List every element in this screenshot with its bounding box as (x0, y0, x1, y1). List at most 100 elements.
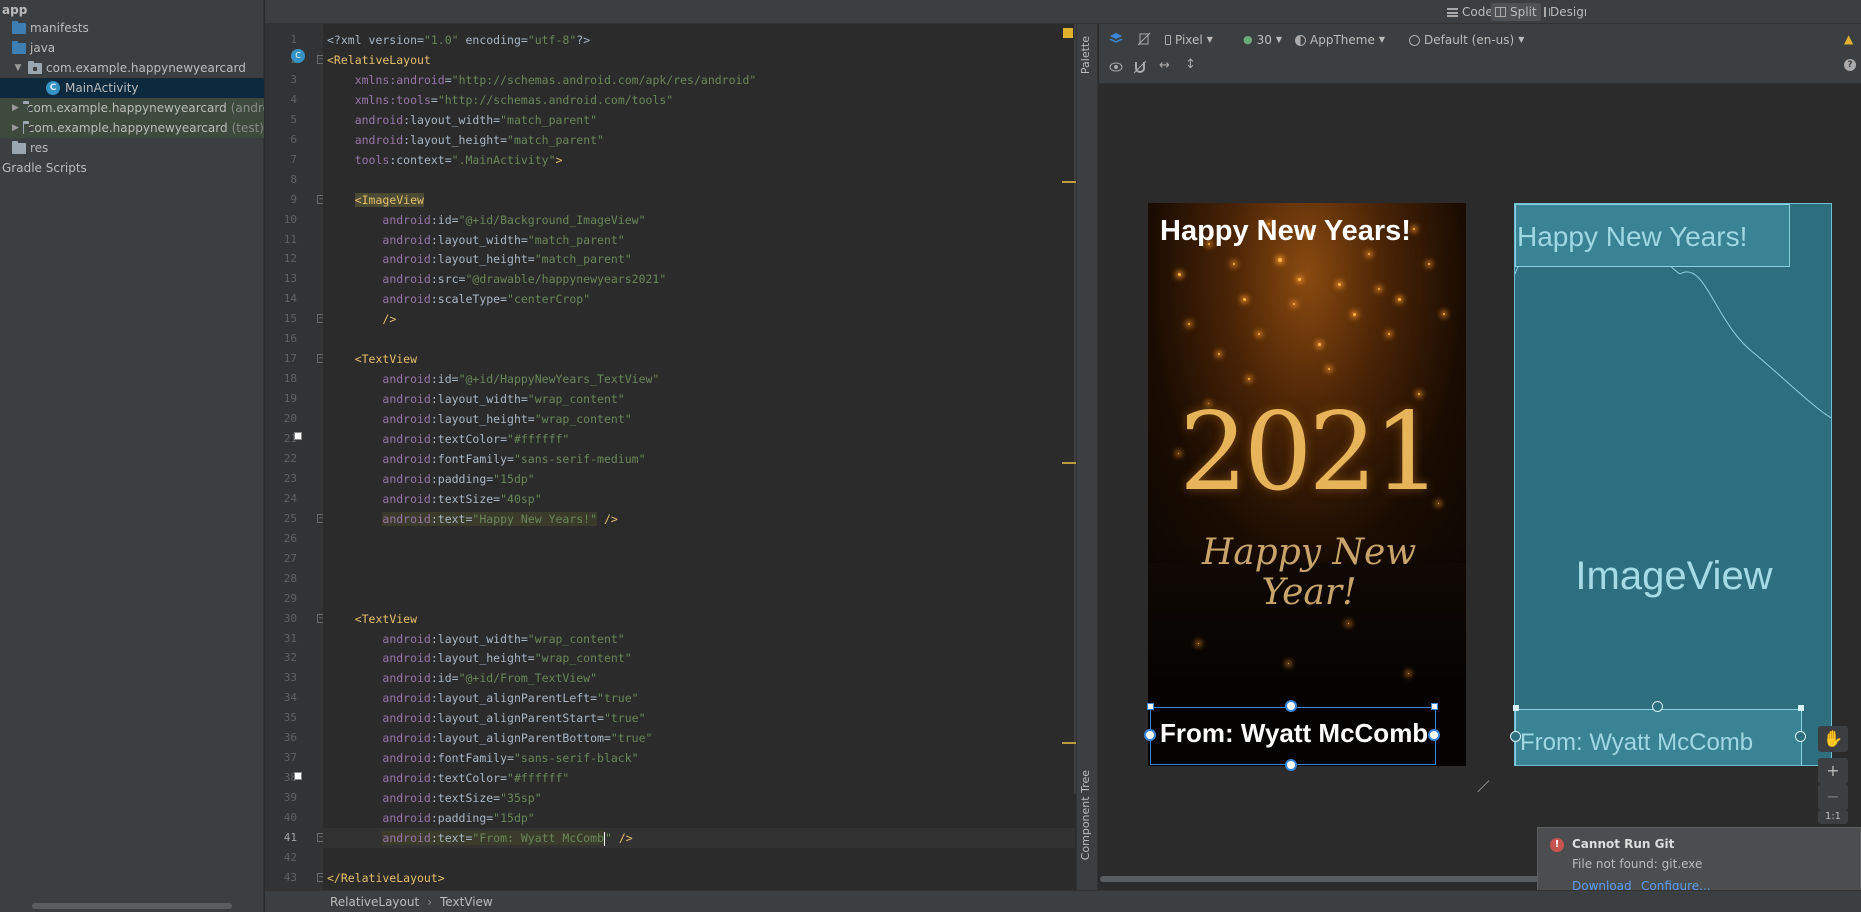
code-line[interactable]: android:padding="15dp" (327, 808, 534, 828)
code-line[interactable]: tools:context=".MainActivity"> (327, 150, 563, 170)
blueprint-imageview-label: ImageView (1575, 554, 1773, 598)
code-line[interactable]: android:id="@+id/Background_ImageView" (327, 210, 645, 230)
collapse-arrow-icon[interactable]: ▶ (12, 123, 19, 133)
eye-icon[interactable] (1109, 60, 1123, 74)
happy-new-years-textview[interactable]: Happy New Years! (1160, 215, 1411, 248)
blueprint-from-box[interactable]: From: Wyatt McComb (1515, 709, 1802, 765)
color-swatch-icon[interactable] (294, 772, 302, 780)
code-line[interactable]: android:layout_width="match_parent" (327, 230, 624, 250)
help-icon[interactable]: ? (1844, 59, 1856, 71)
blueprint-handle-left[interactable] (1510, 731, 1521, 742)
project-tree-item[interactable]: C MainActivity (0, 78, 264, 98)
orientation-icon[interactable] (1137, 32, 1151, 46)
code-line[interactable]: android:layout_height="wrap_content" (327, 409, 631, 429)
split-mode-button[interactable]: Split (1491, 3, 1541, 21)
magnet-icon[interactable] (1133, 60, 1147, 74)
code-line[interactable]: /> (327, 309, 396, 329)
project-tree-item[interactable]: Gradle Scripts (0, 158, 264, 178)
code-mode-button[interactable]: Code (1443, 3, 1497, 21)
code-line[interactable]: android:textColor="#ffffff" (327, 429, 569, 449)
code-line[interactable]: android:layout_width="wrap_content" (327, 629, 624, 649)
zoom-out-button[interactable]: − (1818, 784, 1848, 810)
design-preview[interactable]: 2021 Happy New Year! Happy New Years! Fr… (1148, 203, 1466, 766)
warning-indicator-icon[interactable] (1063, 28, 1073, 38)
resize-handle-top-right[interactable] (1431, 703, 1438, 710)
collapse-arrow-icon[interactable]: ▶ (12, 103, 19, 113)
warning-icon[interactable]: ▲ (1844, 32, 1853, 46)
constraint-handle-bottom[interactable] (1285, 759, 1297, 771)
code-line[interactable]: android:layout_alignParentLeft="true" (327, 688, 638, 708)
expand-horizontal-icon[interactable]: ↔ (1159, 58, 1170, 73)
theme-dropdown[interactable]: AppTheme ▼ (1295, 30, 1385, 50)
project-tree-item[interactable]: java (0, 38, 264, 58)
design-mode-button[interactable]: Design (1540, 3, 1586, 21)
breadcrumb-item[interactable]: RelativeLayout (330, 895, 419, 909)
api-level-dropdown[interactable]: ● 30 ▼ (1243, 30, 1282, 50)
blueprint-preview[interactable]: Happy New Years! ImageView From: Wyatt M… (1514, 203, 1832, 766)
code-line[interactable]: xmlns:android="http://schemas.android.co… (327, 70, 757, 90)
constraint-handle-right[interactable] (1428, 729, 1440, 741)
code-line[interactable]: <?xml version="1.0" encoding="utf-8"?> (327, 30, 590, 50)
editor-error-stripe-mark[interactable] (1062, 742, 1076, 744)
locale-dropdown[interactable]: Default (en-us) ▼ (1409, 30, 1524, 50)
resize-handle-top-left[interactable] (1147, 703, 1154, 710)
editor-error-stripe-mark[interactable] (1062, 181, 1076, 183)
zoom-in-button[interactable]: + (1818, 758, 1848, 784)
code-line[interactable]: android:layout_alignParentStart="true" (327, 708, 645, 728)
code-line[interactable]: <ImageView (327, 190, 424, 210)
code-line[interactable]: android:fontFamily="sans-serif-medium" (327, 449, 645, 469)
code-line[interactable]: android:padding="15dp" (327, 469, 534, 489)
layers-icon[interactable] (1109, 32, 1123, 46)
code-line[interactable]: android:text="From: Wyatt McComb" /> (327, 828, 633, 848)
zoom-actual-size-button[interactable]: 1:1 (1818, 810, 1848, 824)
editor-error-stripe-mark[interactable] (1062, 462, 1076, 464)
project-tree-item[interactable]: manifests (0, 18, 264, 38)
palette-tab[interactable]: Palette (1079, 36, 1092, 74)
blueprint-handle-top[interactable] (1652, 701, 1663, 712)
constraint-handle-left[interactable] (1144, 729, 1156, 741)
code-line[interactable]: <TextView (327, 349, 417, 369)
device-dropdown[interactable]: Pixel ▼ (1165, 30, 1213, 50)
expand-arrow-icon[interactable]: ▼ (12, 63, 24, 73)
code-line[interactable]: android:text="Happy New Years!" /> (327, 509, 618, 529)
code-line[interactable]: android:layout_height="match_parent" (327, 249, 631, 269)
code-line[interactable]: android:id="@+id/From_TextView" (327, 668, 597, 688)
code-line[interactable]: android:textSize="35sp" (327, 788, 541, 808)
project-tree-item[interactable]: res (0, 138, 264, 158)
design-horizontal-scrollbar[interactable] (1100, 876, 1540, 882)
project-tree-item[interactable]: ▶ com.example.happynewyearcard (test) (0, 118, 264, 138)
line-number: 40 (283, 811, 297, 825)
code-line[interactable]: android:textSize="40sp" (327, 489, 541, 509)
color-swatch-icon[interactable] (294, 432, 302, 440)
code-line[interactable]: android:src="@drawable/happynewyears2021… (327, 269, 666, 289)
code-line[interactable]: <TextView (327, 609, 417, 629)
selection-outline[interactable] (1150, 707, 1436, 765)
constraint-handle-top[interactable] (1285, 700, 1297, 712)
project-tree-item[interactable]: ▶ com.example.happynewyearcard(androidTes… (0, 98, 264, 118)
project-tree-item[interactable]: ▼ com.example.happynewyearcard (0, 58, 264, 78)
code-line[interactable]: android:layout_height="match_parent" (327, 130, 604, 150)
project-tree-item[interactable]: app (0, 0, 264, 20)
code-editor[interactable]: <?xml version="1.0" encoding="utf-8"?> <R… (323, 24, 1075, 890)
blueprint-resize-top-left[interactable] (1513, 705, 1519, 711)
pan-hand-button[interactable]: ✋ (1818, 726, 1848, 752)
code-line[interactable]: android:layout_height="wrap_content" (327, 648, 631, 668)
component-tree-tab[interactable]: Component Tree (1079, 770, 1092, 860)
blueprint-handle-right[interactable] (1795, 731, 1806, 742)
blueprint-title-box[interactable]: Happy New Years! (1515, 204, 1790, 267)
code-line[interactable]: android:layout_alignParentBottom="true" (327, 728, 652, 748)
code-line[interactable]: android:fontFamily="sans-serif-black" (327, 748, 638, 768)
code-line[interactable]: android:textColor="#ffffff" (327, 768, 569, 788)
code-line[interactable]: android:layout_width="match_parent" (327, 110, 597, 130)
code-line[interactable]: <RelativeLayout (327, 50, 431, 70)
code-line[interactable]: xmlns:tools="http://schemas.android.com/… (327, 90, 674, 110)
blueprint-resize-top-right[interactable] (1798, 705, 1804, 711)
code-line[interactable]: </RelativeLayout> (327, 868, 445, 888)
code-line[interactable]: android:layout_width="wrap_content" (327, 389, 624, 409)
code-line[interactable]: android:id="@+id/HappyNewYears_TextView" (327, 369, 659, 389)
class-gutter-icon[interactable]: C (291, 49, 305, 63)
expand-vertical-icon[interactable]: ↕ (1185, 57, 1196, 72)
code-line[interactable]: android:scaleType="centerCrop" (327, 289, 590, 309)
breadcrumb-item[interactable]: TextView (440, 895, 493, 909)
sidebar-scrollbar[interactable] (32, 903, 232, 909)
